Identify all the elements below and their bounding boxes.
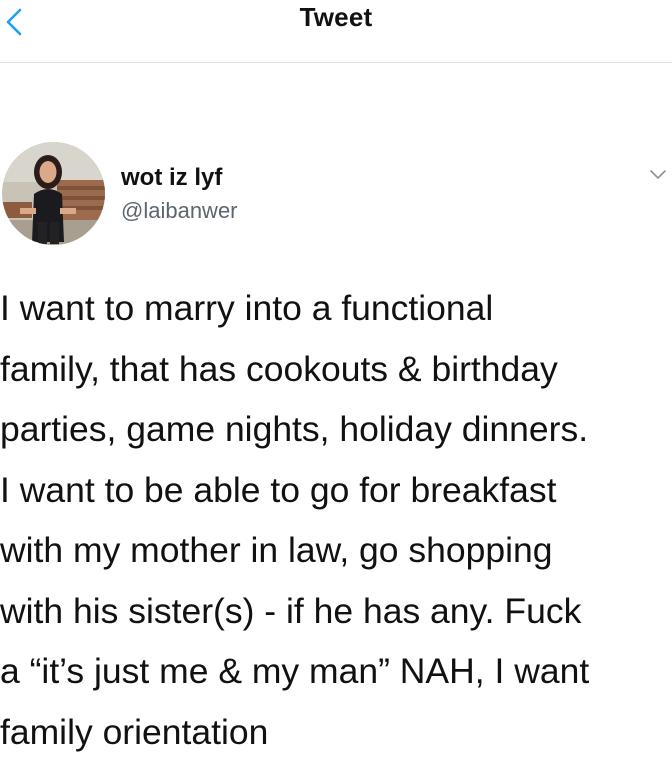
avatar-photo [2, 142, 105, 245]
tweet-author: wot iz lyf @laibanwer [0, 140, 672, 250]
top-bar: Tweet [0, 0, 672, 63]
page-title: Tweet [299, 2, 373, 32]
avatar[interactable] [2, 142, 105, 245]
author-handle[interactable]: @laibanwer [121, 198, 238, 224]
chevron-down-icon [650, 170, 666, 179]
more-options-button[interactable] [648, 164, 668, 184]
author-name[interactable]: wot iz lyf [121, 164, 222, 192]
tweet-text: I want to marry into a functional family… [0, 288, 590, 752]
